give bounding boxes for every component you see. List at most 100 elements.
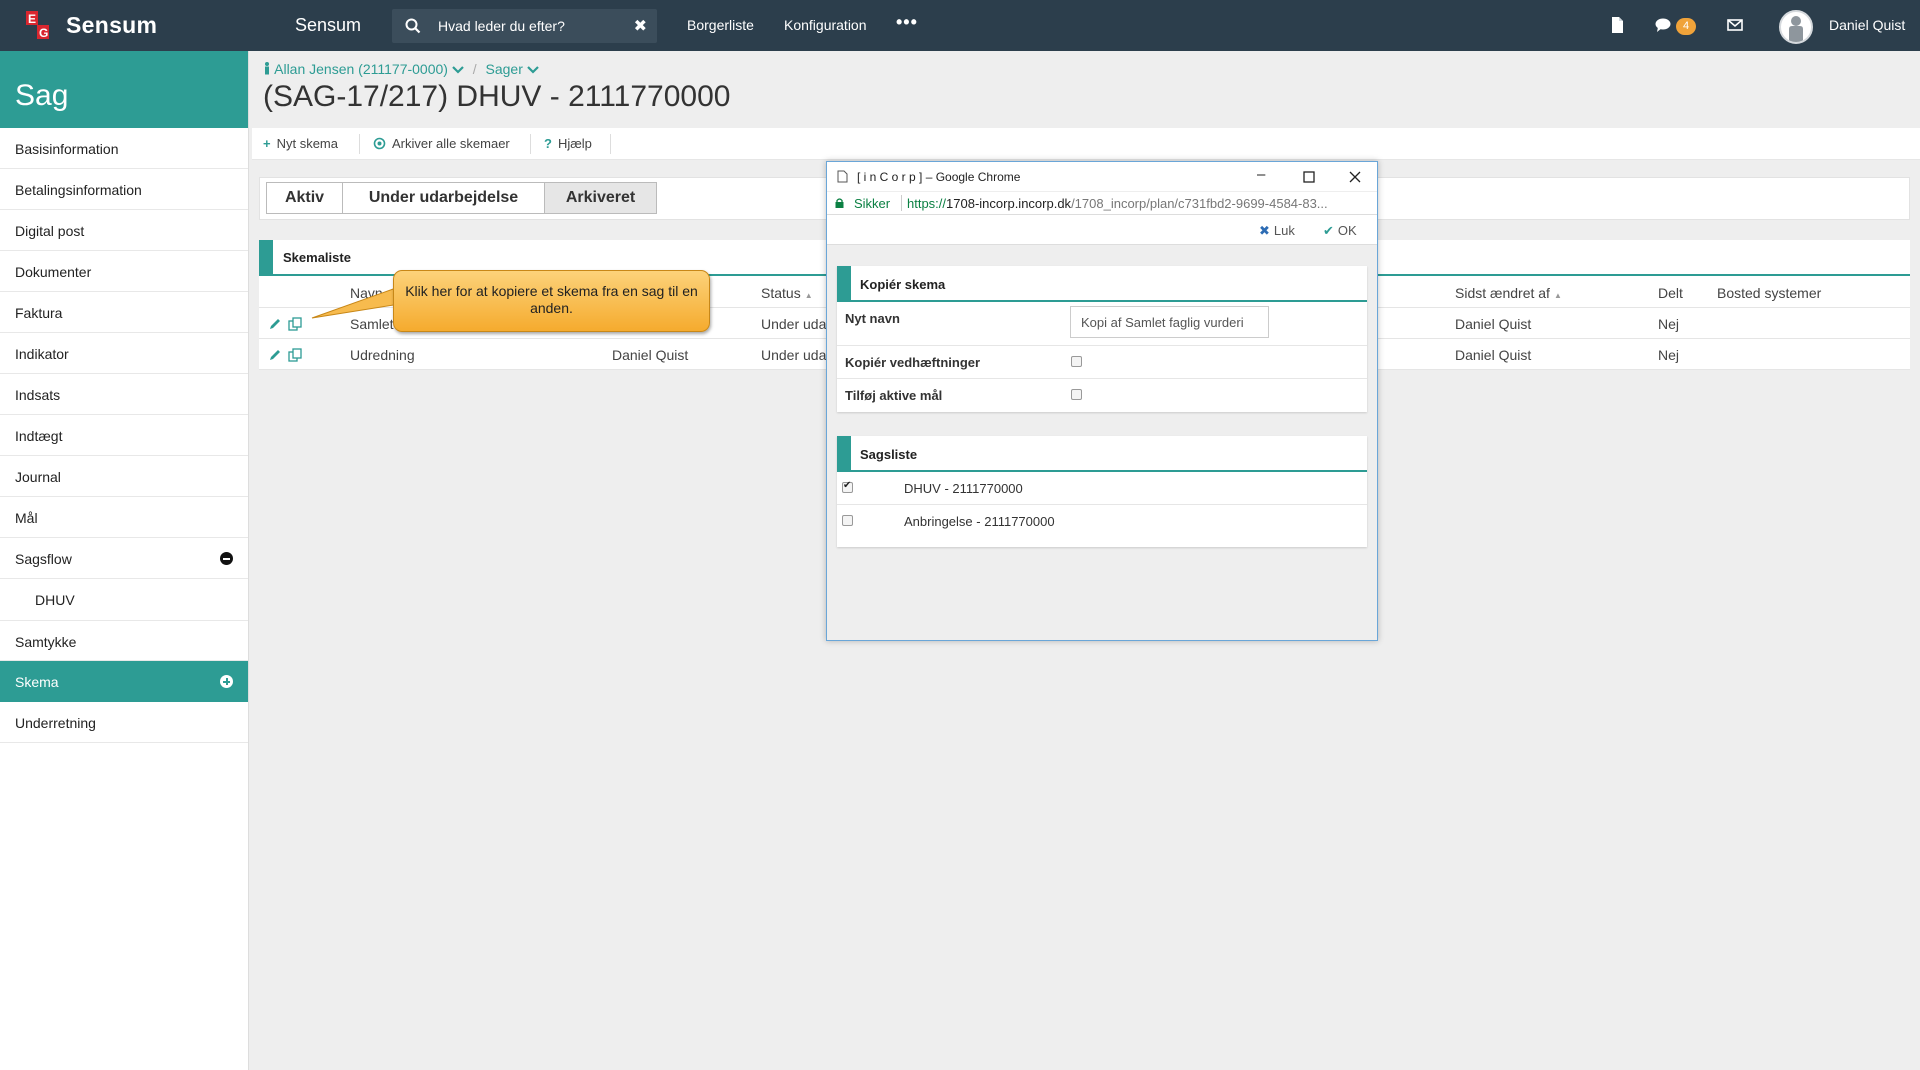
clear-search-icon[interactable]: ✖	[634, 16, 647, 36]
notification-badge[interactable]: 4	[1676, 18, 1696, 35]
file-icon[interactable]	[1608, 16, 1626, 34]
eg-logo-icon[interactable]: E G	[26, 11, 54, 41]
sidebar-item-label: Indsats	[15, 387, 61, 403]
sidebar-item-betalingsinformation[interactable]: Betalingsinformation	[0, 169, 248, 210]
case-list-section: Sagsliste DHUV - 2111770000 Anbringelse …	[837, 436, 1367, 547]
user-name[interactable]: Daniel Quist	[1829, 17, 1905, 33]
divider	[610, 134, 611, 154]
row-changed-by: Daniel Quist	[1455, 316, 1532, 332]
sidebar-item-label: Indtægt	[15, 428, 63, 444]
popup-url: https://1708-incorp.incorp.dk/1708_incor…	[907, 196, 1328, 211]
column-header-label: Bosted systemer	[1717, 285, 1822, 301]
sidebar-item-faktura[interactable]: Faktura	[0, 292, 248, 333]
sidebar-item-indtaegt[interactable]: Indtægt	[0, 415, 248, 456]
avatar[interactable]	[1779, 10, 1813, 44]
case-checkbox[interactable]	[842, 480, 853, 493]
expand-icon[interactable]	[220, 675, 233, 688]
tab-aktiv[interactable]: Aktiv	[266, 182, 343, 214]
page-icon	[837, 170, 848, 183]
case-checkbox[interactable]	[842, 515, 853, 526]
list-item[interactable]: Anbringelse - 2111770000	[837, 505, 1367, 547]
sidebar-item-label: Journal	[15, 469, 61, 485]
app-name[interactable]: Sensum	[295, 15, 361, 36]
sidebar-item-skema[interactable]: Skema	[0, 661, 248, 702]
column-header-shared[interactable]: Delt	[1658, 285, 1683, 301]
ok-button[interactable]: ✔ OK	[1323, 223, 1357, 239]
mail-icon[interactable]	[1726, 16, 1744, 34]
column-header-status[interactable]: Status ▲	[761, 285, 813, 301]
ok-label: OK	[1337, 223, 1357, 238]
breadcrumb-cases[interactable]: Sager	[486, 61, 523, 77]
chevron-down-icon[interactable]	[452, 65, 464, 74]
row-shared: Nej	[1658, 347, 1680, 363]
sidebar-item-digital-post[interactable]: Digital post	[0, 210, 248, 251]
action-toolbar: + Nyt skema Arkiver alle skemaer ? Hjælp	[252, 128, 1920, 160]
copy-attachments-checkbox[interactable]	[1071, 356, 1082, 367]
tab-under-udarbejdelse[interactable]: Under udarbejdelse	[342, 182, 545, 214]
help-button[interactable]: ? Hjælp	[544, 136, 592, 151]
popup-address-bar[interactable]: Sikker https://1708-incorp.incorp.dk/170…	[827, 191, 1377, 215]
lock-icon	[835, 198, 844, 208]
case-label: DHUV - 2111770000	[904, 481, 1023, 496]
chevron-down-icon[interactable]	[526, 65, 539, 74]
close-icon: ✖	[1259, 223, 1270, 238]
edit-icon[interactable]	[268, 348, 282, 362]
page-title: (SAG-17/217) DHUV - 2111770000	[263, 80, 731, 113]
top-navigation-bar: E G Sensum Sensum ✖ Borgerliste Konfigur…	[0, 0, 1920, 51]
column-header-changed-by[interactable]: Sidst ændret af ▲	[1455, 285, 1562, 301]
sidebar-item-journal[interactable]: Journal	[0, 456, 248, 497]
close-window-icon[interactable]	[1349, 171, 1361, 183]
archive-all-button[interactable]: Arkiver alle skemaer	[373, 136, 510, 151]
copy-icon[interactable]	[288, 348, 302, 362]
edit-icon[interactable]	[268, 317, 282, 331]
sidebar-item-samtykke[interactable]: Samtykke	[0, 620, 248, 661]
secure-label: Sikker	[854, 196, 891, 211]
add-goals-row: Tilføj aktive mål	[837, 379, 1367, 412]
new-name-field[interactable]	[1070, 306, 1269, 338]
svg-text:E: E	[28, 12, 36, 26]
url-scheme: https://	[907, 196, 947, 211]
sidebar-item-label: Basisinformation	[15, 141, 119, 157]
breadcrumb-citizen[interactable]: Allan Jensen (211177-0000)	[274, 61, 448, 77]
svg-text:G: G	[39, 26, 48, 40]
sidebar-item-underretning[interactable]: Underretning	[0, 702, 248, 743]
sidebar-item-basisinformation[interactable]: Basisinformation	[0, 128, 248, 169]
logo-text[interactable]: Sensum	[66, 12, 157, 39]
sidebar-item-dhuv[interactable]: DHUV	[0, 579, 248, 620]
column-header-label: Delt	[1658, 285, 1683, 301]
column-header-bosted[interactable]: Bosted systemer	[1717, 285, 1821, 301]
sort-icon: ▲	[804, 291, 813, 300]
chat-icon[interactable]	[1654, 16, 1672, 34]
sidebar-item-sagsflow[interactable]: Sagsflow	[0, 538, 248, 579]
plus-icon: +	[263, 136, 271, 151]
copy-attachments-row: Kopiér vedhæftninger	[837, 346, 1367, 379]
collapse-icon[interactable]	[220, 552, 233, 565]
nav-borgerliste[interactable]: Borgerliste	[687, 17, 754, 33]
copy-icon[interactable]	[288, 317, 302, 331]
search-box[interactable]: ✖	[392, 9, 657, 43]
sidebar-item-dokumenter[interactable]: Dokumenter	[0, 251, 248, 292]
new-form-label: Nyt skema	[276, 136, 338, 151]
sidebar-item-label: Underretning	[15, 715, 96, 731]
case-label: Anbringelse - 2111770000	[904, 514, 1055, 529]
list-item[interactable]: DHUV - 2111770000	[837, 472, 1367, 505]
sidebar-item-indsats[interactable]: Indsats	[0, 374, 248, 415]
close-button[interactable]: ✖ Luk	[1259, 223, 1295, 239]
more-menu-icon[interactable]: •••	[896, 12, 918, 33]
row-name[interactable]: Udredning	[350, 347, 415, 363]
divider	[359, 134, 360, 154]
sidebar-item-label: Dokumenter	[15, 264, 92, 280]
sidebar-item-indikator[interactable]: Indikator	[0, 333, 248, 374]
new-form-button[interactable]: + Nyt skema	[263, 136, 338, 151]
close-label: Luk	[1273, 223, 1295, 238]
add-goals-checkbox[interactable]	[1071, 389, 1082, 400]
search-input[interactable]	[438, 16, 618, 36]
popup-window-title: [ i n C o r p ] – Google Chrome	[857, 170, 1021, 184]
divider	[530, 134, 531, 154]
sidebar-item-maal[interactable]: Mål	[0, 497, 248, 538]
person-icon	[265, 62, 269, 75]
nav-konfiguration[interactable]: Konfiguration	[784, 17, 867, 33]
minimize-icon[interactable]: –	[1257, 166, 1265, 183]
tab-arkiveret[interactable]: Arkiveret	[544, 182, 657, 214]
maximize-icon[interactable]	[1303, 171, 1315, 183]
